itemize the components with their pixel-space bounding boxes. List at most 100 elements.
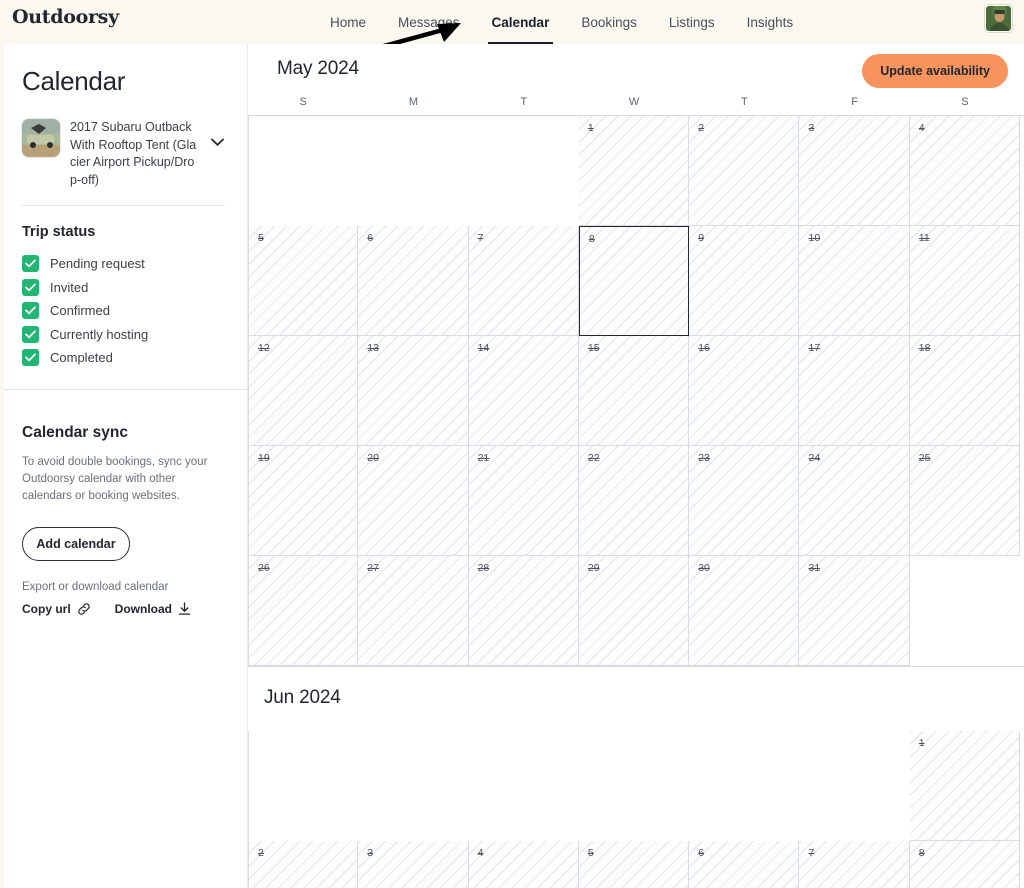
page-title: Calendar (22, 66, 126, 96)
vehicle-selector[interactable]: 2017 Subaru Outback With Rooftop Tent (G… (0, 101, 247, 189)
check-icon (25, 259, 36, 268)
day-number: 3 (367, 847, 374, 859)
day-number: 11 (918, 232, 930, 244)
weekday-label-2: T (520, 96, 528, 108)
trip-status-label: Completed (50, 350, 113, 366)
day-number: 15 (587, 342, 600, 354)
weekday-label-1: M (408, 96, 419, 108)
outdoorsy-logo[interactable]: Outdoorsy (12, 6, 119, 28)
day-number: 5 (587, 847, 594, 859)
calendar-empty-cell (468, 116, 579, 226)
calendar-empty-cell (468, 731, 579, 841)
chevron-down-icon[interactable] (211, 119, 225, 151)
calendar-day-cell[interactable]: 5 (248, 226, 359, 336)
calendar-day-cell[interactable]: 7 (799, 841, 910, 888)
checkbox-currently-hosting[interactable] (22, 325, 39, 343)
checkbox-completed[interactable] (22, 349, 39, 367)
day-number: 21 (477, 452, 490, 464)
calendar-day-cell[interactable]: 4 (468, 841, 579, 888)
calendar-day-cell[interactable]: 27 (358, 556, 469, 666)
calendar-day-cell[interactable]: 17 (799, 336, 910, 446)
calendar-day-cell[interactable]: 9 (689, 226, 800, 336)
calendar-day-cell[interactable]: 7 (468, 226, 579, 336)
day-number: 18 (918, 342, 931, 354)
calendar-day-cell[interactable]: 1 (909, 731, 1021, 841)
calendar-day-cell[interactable]: 20 (358, 446, 469, 556)
calendar-day-cell[interactable]: 30 (689, 556, 800, 666)
nav-item-messages[interactable]: Messages (398, 13, 460, 32)
calendar-day-cell[interactable]: 16 (689, 336, 800, 446)
trip-status-label: Currently hosting (50, 326, 149, 342)
calendar-day-cell[interactable]: 8 (578, 226, 690, 336)
nav-item-calendar[interactable]: Calendar (487, 13, 554, 44)
nav-item-insights[interactable]: Insights (747, 13, 794, 32)
day-number: 4 (918, 122, 925, 134)
trip-status-row[interactable]: Currently hosting (22, 323, 225, 347)
calendar-day-cell[interactable]: 12 (248, 336, 359, 446)
day-number: 7 (808, 847, 815, 859)
day-number: 30 (698, 562, 710, 574)
checkbox-invited[interactable] (22, 278, 39, 296)
calendar-day-cell[interactable]: 10 (799, 226, 910, 336)
calendar-empty-cell (689, 731, 800, 841)
day-number: 27 (367, 562, 379, 574)
calendar-day-cell[interactable]: 14 (468, 336, 579, 446)
calendar-day-cell[interactable]: 26 (248, 556, 359, 666)
copy-url-button[interactable]: Copy url (22, 602, 91, 616)
calendar-empty-cell (248, 731, 359, 841)
trip-status-row[interactable]: Pending request (22, 252, 225, 276)
main-nav: Home Messages Calendar Bookings Listings Insi… (330, 0, 793, 44)
calendar-day-cell[interactable]: 4 (909, 116, 1021, 226)
add-calendar-button[interactable]: Add calendar (22, 527, 130, 561)
trip-status-heading: Trip status (22, 224, 96, 240)
calendar-day-cell[interactable]: 13 (358, 336, 469, 446)
day-number: 29 (587, 562, 600, 574)
download-label: Download (114, 602, 172, 616)
calendar-day-cell[interactable]: 15 (578, 336, 690, 446)
checkbox-confirmed[interactable] (22, 302, 39, 320)
calendar-day-cell[interactable]: 6 (689, 841, 800, 888)
calendar-day-cell[interactable]: 3 (358, 841, 469, 888)
calendar-day-cell[interactable]: 29 (578, 556, 690, 666)
checkbox-pending-request[interactable] (22, 255, 39, 273)
months-container: 1 2 3 4 5 6 7 8 9 10 11 12 13 14 15 16 17 18 19 20 21 22 23 24 2… (248, 116, 1024, 888)
day-number: 6 (367, 232, 374, 244)
day-number: 20 (367, 452, 379, 464)
nav-item-home[interactable]: Home (330, 13, 366, 32)
day-number: 13 (367, 342, 379, 354)
avatar[interactable] (985, 5, 1012, 32)
calendar-day-cell[interactable]: 2 (248, 841, 359, 888)
calendar-day-cell[interactable]: 5 (578, 841, 690, 888)
calendar-day-cell[interactable]: 24 (799, 446, 910, 556)
nav-item-bookings[interactable]: Bookings (581, 13, 637, 32)
nav-item-listings[interactable]: Listings (669, 13, 715, 32)
calendar-day-cell[interactable]: 18 (909, 336, 1021, 446)
month-title-1: Jun 2024 (264, 687, 341, 708)
update-availability-button[interactable]: Update availability (862, 54, 1008, 88)
calendar-day-cell[interactable]: 6 (358, 226, 469, 336)
calendar-day-cell[interactable]: 31 (799, 556, 910, 666)
weekday-label-6: S (961, 96, 969, 108)
day-number: 8 (918, 847, 925, 859)
weekday-label-5: F (851, 96, 858, 108)
calendar-empty-cell (248, 116, 359, 226)
calendar-day-cell[interactable]: 28 (468, 556, 579, 666)
calendar-day-cell[interactable]: 2 (689, 116, 800, 226)
trip-status-row[interactable]: Invited (22, 276, 225, 300)
calendar-empty-cell (358, 116, 469, 226)
calendar-day-cell[interactable]: 8 (909, 841, 1021, 888)
day-number: 28 (477, 562, 490, 574)
calendar-day-cell[interactable]: 21 (468, 446, 579, 556)
calendar-day-cell[interactable]: 11 (909, 226, 1021, 336)
trip-status-row[interactable]: Completed (22, 346, 225, 370)
calendar-day-cell[interactable]: 1 (578, 116, 690, 226)
day-number: 19 (258, 452, 270, 464)
calendar-day-cell[interactable]: 25 (909, 446, 1021, 556)
download-button[interactable]: Download (115, 602, 191, 616)
calendar-day-cell[interactable]: 23 (689, 446, 800, 556)
calendar-day-cell[interactable]: 22 (578, 446, 690, 556)
copy-url-label: Copy url (22, 602, 71, 616)
calendar-day-cell[interactable]: 19 (248, 446, 359, 556)
calendar-day-cell[interactable]: 3 (799, 116, 910, 226)
trip-status-row[interactable]: Confirmed (22, 299, 225, 323)
